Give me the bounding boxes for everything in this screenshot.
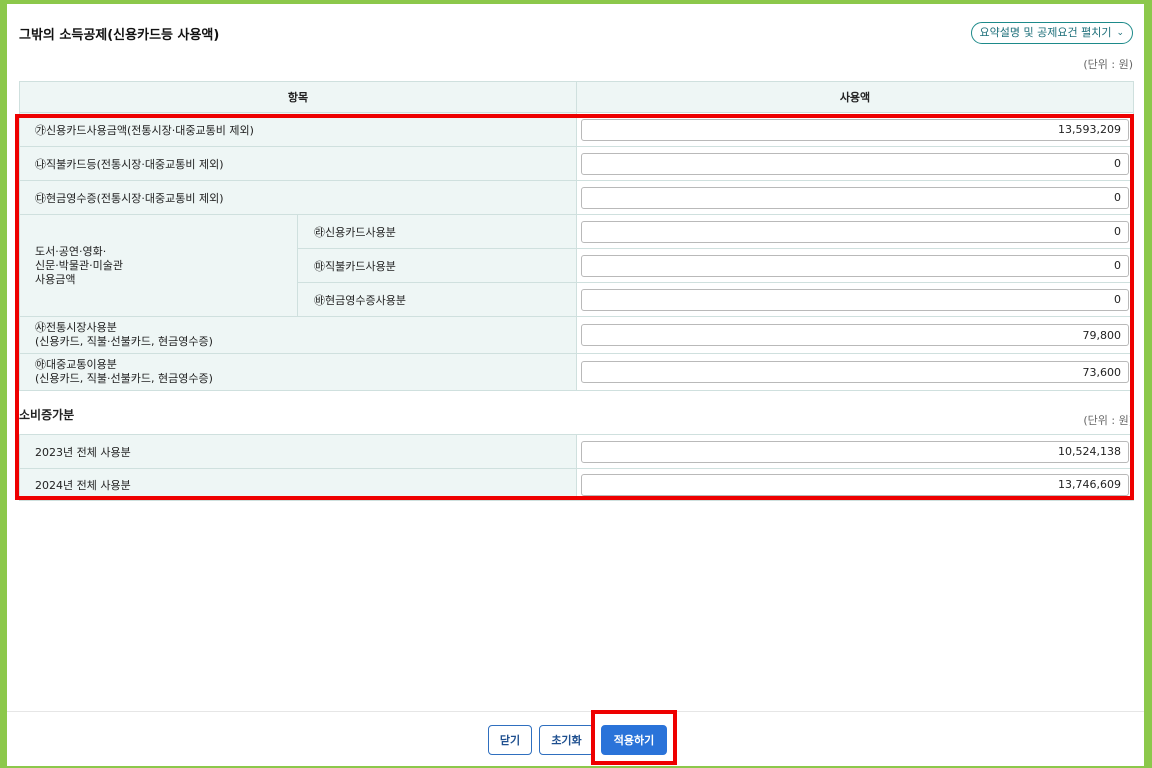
- chevron-down-icon: ⌄: [1116, 28, 1124, 38]
- card-usage-table: 항목 사용액 ㉮신용카드사용금액(전통시장·대중교통비 제외) ㉯직불카드등(전…: [19, 81, 1134, 391]
- apply-button[interactable]: 적용하기: [601, 725, 667, 755]
- usage-2023-input[interactable]: [581, 440, 1129, 463]
- row-label-cash-receipt: ㉰현금영수증(전통시장·대중교통비 제외): [19, 180, 577, 215]
- row-label-2023: 2023년 전체 사용분: [19, 434, 577, 469]
- usage-2024-input[interactable]: [581, 473, 1129, 496]
- culture-group-line-1: 도서·공연·영화·: [35, 244, 107, 258]
- page-title: 그밖의 소득공제(신용카드등 사용액): [19, 28, 220, 43]
- close-button[interactable]: 닫기: [488, 725, 532, 755]
- row-label-culture-credit: ㉱신용카드사용분: [297, 214, 577, 249]
- cash-receipt-amount-input[interactable]: [581, 186, 1129, 209]
- traditional-market-line-2: (신용카드, 직불·선불카드, 현금영수증): [35, 335, 213, 348]
- row-label-2024: 2024년 전체 사용분: [19, 468, 577, 501]
- table-row: 2023년 전체 사용분: [19, 434, 1134, 469]
- table-row: ㉰현금영수증(전통시장·대중교통비 제외): [19, 180, 1134, 215]
- row-label-culture-debit: ㉲직불카드사용분: [297, 248, 577, 283]
- section-title-increase: 소비증가분: [19, 408, 75, 422]
- culture-cash-amount-input[interactable]: [581, 288, 1129, 311]
- table-row: 도서·공연·영화· 신문·박물관·미술관 사용금액 ㉱신용카드사용분: [19, 214, 1134, 317]
- dialog-panel: 그밖의 소득공제(신용카드등 사용액) 요약설명 및 공제요건 펼치기 ⌄ (단…: [7, 4, 1144, 766]
- expand-summary-button[interactable]: 요약설명 및 공제요건 펼치기 ⌄: [970, 22, 1133, 44]
- row-label-culture-cash: ㉳현금영수증사용분: [297, 282, 577, 317]
- table-row: ㉴전통시장사용분 (신용카드, 직불·선불카드, 현금영수증): [19, 316, 1134, 354]
- column-header-amount: 사용액: [576, 81, 1134, 113]
- column-header-item: 항목: [19, 81, 577, 113]
- row-label-culture-group: 도서·공연·영화· 신문·박물관·미술관 사용금액: [19, 214, 298, 317]
- traditional-market-amount-input[interactable]: [581, 324, 1129, 346]
- row-label-traditional-market: ㉴전통시장사용분 (신용카드, 직불·선불카드, 현금영수증): [19, 316, 577, 354]
- culture-group-line-2: 신문·박물관·미술관: [35, 258, 123, 272]
- culture-credit-amount-input[interactable]: [581, 220, 1129, 243]
- public-transit-amount-input[interactable]: [581, 361, 1129, 383]
- traditional-market-line-1: ㉴전통시장사용분: [35, 321, 117, 334]
- culture-debit-amount-input[interactable]: [581, 254, 1129, 277]
- table-row: ㉵대중교통이용분 (신용카드, 직불·선불카드, 현금영수증): [19, 353, 1134, 391]
- table-row: ㉯직불카드등(전통시장·대중교통비 제외): [19, 146, 1134, 181]
- reset-button[interactable]: 초기화: [539, 725, 594, 755]
- table-row: ㉮신용카드사용금액(전통시장·대중교통비 제외): [19, 112, 1134, 147]
- expand-summary-label: 요약설명 및 공제요건 펼치기: [979, 26, 1112, 39]
- unit-label-increase: (단위 : 원): [1083, 414, 1133, 427]
- row-label-credit-card: ㉮신용카드사용금액(전통시장·대중교통비 제외): [19, 112, 577, 147]
- culture-group-line-3: 사용금액: [35, 272, 76, 286]
- credit-card-amount-input[interactable]: [581, 118, 1129, 141]
- public-transit-line-1: ㉵대중교통이용분: [35, 358, 117, 371]
- row-label-debit-card: ㉯직불카드등(전통시장·대중교통비 제외): [19, 146, 577, 181]
- row-label-public-transit: ㉵대중교통이용분 (신용카드, 직불·선불카드, 현금영수증): [19, 353, 577, 391]
- footer-divider: [7, 711, 1144, 712]
- table-row: 2024년 전체 사용분: [19, 468, 1134, 501]
- increase-table: 2023년 전체 사용분 2024년 전체 사용분: [19, 434, 1134, 501]
- public-transit-line-2: (신용카드, 직불·선불카드, 현금영수증): [35, 372, 213, 385]
- unit-label: (단위 : 원): [1083, 58, 1133, 71]
- debit-card-amount-input[interactable]: [581, 152, 1129, 175]
